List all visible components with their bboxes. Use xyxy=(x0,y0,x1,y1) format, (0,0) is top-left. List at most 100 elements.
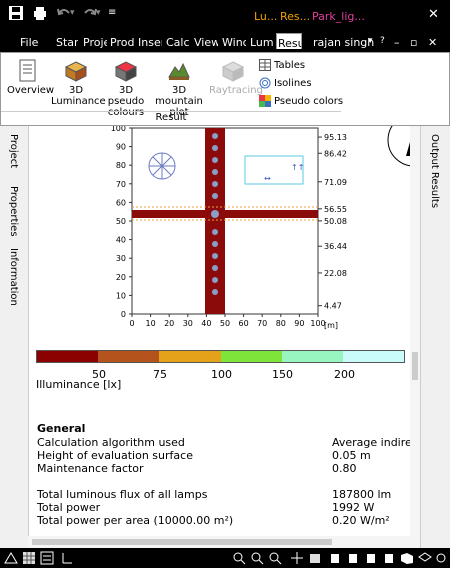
zoom-fit-icon[interactable] xyxy=(268,551,282,565)
tab-view[interactable]: View xyxy=(194,36,218,49)
legend-title: Illuminance [lx] xyxy=(36,378,122,391)
tab-result[interactable]: Resu xyxy=(276,33,302,49)
right-value-label: 4.47 xyxy=(324,302,342,311)
triangle-tool-icon[interactable] xyxy=(4,551,18,565)
tab-calculation[interactable]: Calcu xyxy=(166,36,190,49)
right-value-label: 56.55 xyxy=(324,205,347,214)
redo-dropdown-icon[interactable]: ▾ xyxy=(96,8,101,18)
report-heading: General xyxy=(37,422,86,435)
view-side-icon[interactable] xyxy=(346,551,360,565)
ctx-tab-luminaire[interactable]: Lu... xyxy=(254,10,277,23)
y-tick-label: 30 xyxy=(116,254,126,263)
report-value: 1992 W xyxy=(332,501,375,514)
horizontal-scrollbar[interactable] xyxy=(28,536,410,548)
user-dropdown-icon[interactable]: ▾ xyxy=(368,36,373,46)
snap-icon[interactable] xyxy=(60,551,74,565)
isolines-label: Isolines xyxy=(274,77,312,89)
raytracing-label: Raytracing xyxy=(209,85,263,96)
report-value: 187800 lm xyxy=(332,488,392,501)
overview-icon xyxy=(19,59,36,82)
settings-icon[interactable] xyxy=(434,551,448,565)
tables-label: Tables xyxy=(274,59,306,71)
tab-insert[interactable]: Inser xyxy=(138,36,162,49)
save-icon[interactable] xyxy=(8,5,24,21)
view-front-icon[interactable] xyxy=(328,551,342,565)
tab-luminaire[interactable]: Lumi xyxy=(250,36,274,49)
svg-text:↑↑: ↑↑ xyxy=(291,163,304,172)
legend-swatch xyxy=(159,351,221,362)
hscroll-thumb[interactable] xyxy=(32,539,332,545)
3d-mountain-plot-icon xyxy=(168,62,190,80)
svg-text:↔: ↔ xyxy=(264,174,271,183)
report-label: Height of evaluation surface xyxy=(37,449,193,462)
help-icon[interactable]: ? xyxy=(380,36,385,46)
tab-information-panel[interactable]: Information xyxy=(8,248,19,306)
tab-start[interactable]: Start xyxy=(56,36,78,49)
scrollbar-thumb[interactable] xyxy=(412,352,418,380)
y-tick-label: 0 xyxy=(121,310,126,319)
raytracing-icon xyxy=(221,61,245,82)
isolines-button[interactable]: Isolines xyxy=(259,77,312,89)
pan-icon[interactable] xyxy=(290,551,304,565)
print-icon[interactable] xyxy=(32,5,48,21)
report-label: Calculation algorithm used xyxy=(37,436,185,449)
report-value: 0.20 W/m² xyxy=(332,514,390,527)
legend-bar xyxy=(36,350,405,363)
report-label: Total luminous flux of all lamps xyxy=(37,488,208,501)
overview-button[interactable]: Overview xyxy=(7,59,54,96)
3d-luminance-button[interactable]: 3D Luminance xyxy=(51,59,106,107)
x-tick-label: 20 xyxy=(164,319,174,328)
tab-products[interactable]: Prodi xyxy=(110,36,134,49)
restore-icon[interactable]: ▫ xyxy=(410,36,417,49)
tables-button[interactable]: Tables xyxy=(259,59,305,71)
isolines-icon xyxy=(259,77,271,89)
pseudo-colors-label: Pseudo colors xyxy=(274,95,344,107)
y-tick-labels: 0 10 20 30 40 50 60 70 80 90 100 xyxy=(111,126,132,319)
3d-luminance-label: 3D Luminance xyxy=(51,85,106,107)
legend-label: 150 xyxy=(272,368,293,381)
view-back-icon[interactable] xyxy=(382,551,396,565)
ribbon-panel: Overview 3D Luminance 3D pseudo colours … xyxy=(0,52,450,126)
report-value: 0.05 m xyxy=(332,449,371,462)
report-label: Total power xyxy=(37,501,101,514)
x-tick-label: 30 xyxy=(183,319,193,328)
legend-swatch xyxy=(342,351,405,362)
3d-pseudo-colours-button[interactable]: 3D pseudo colours xyxy=(103,59,149,118)
close-icon[interactable]: ✕ xyxy=(428,7,439,22)
3d-luminance-icon xyxy=(64,61,88,82)
x-tick-label: 90 xyxy=(294,319,304,328)
tab-project[interactable]: Proje xyxy=(83,36,107,49)
pseudo-colors-button[interactable]: Pseudo colors xyxy=(259,95,343,107)
view-iso-icon[interactable] xyxy=(400,551,414,565)
undo-dropdown-icon[interactable]: ▾ xyxy=(70,8,75,18)
close-window-icon[interactable]: ✕ xyxy=(428,36,437,49)
report-value: Average indirect xyxy=(332,436,410,449)
left-panel-tabs: Project Properties Information xyxy=(0,126,29,548)
user-name[interactable]: rajan singh xyxy=(313,36,374,49)
tab-file[interactable]: File xyxy=(20,36,38,49)
raytracing-button[interactable]: Raytracing xyxy=(209,59,263,96)
zoom-out-icon[interactable] xyxy=(250,551,264,565)
grid-view-icon[interactable] xyxy=(22,551,36,565)
report-value: 0.80 xyxy=(332,462,357,475)
ctx-tab-park[interactable]: Park_lig... xyxy=(312,10,365,23)
ribbon-tab-bar: File Start Proje Prodi Inser Calcu View … xyxy=(0,32,450,52)
y-tick-label: 90 xyxy=(116,143,126,152)
ctx-tab-result[interactable]: Res... xyxy=(280,10,310,23)
view-top-icon[interactable] xyxy=(364,551,378,565)
minimize-icon[interactable]: – xyxy=(394,36,400,49)
3d-view-icon[interactable] xyxy=(308,551,322,565)
compass-circle xyxy=(387,126,410,167)
right-value-label: 36.44 xyxy=(324,242,347,251)
right-value-label: 95.13 xyxy=(324,133,347,142)
zoom-in-icon[interactable] xyxy=(232,551,246,565)
3d-mountain-plot-button[interactable]: 3D mountain plot xyxy=(151,59,207,118)
tab-project-panel[interactable]: Project xyxy=(8,134,19,168)
tab-output-results[interactable]: Output Results xyxy=(429,134,440,208)
list-view-icon[interactable] xyxy=(40,551,54,565)
customize-toolbar-icon[interactable]: ≡ xyxy=(108,7,116,18)
tab-window[interactable]: Winc xyxy=(222,36,246,49)
vertical-scrollbar[interactable] xyxy=(410,126,420,548)
layers-icon[interactable] xyxy=(418,551,432,565)
tab-properties-panel[interactable]: Properties xyxy=(8,186,19,237)
